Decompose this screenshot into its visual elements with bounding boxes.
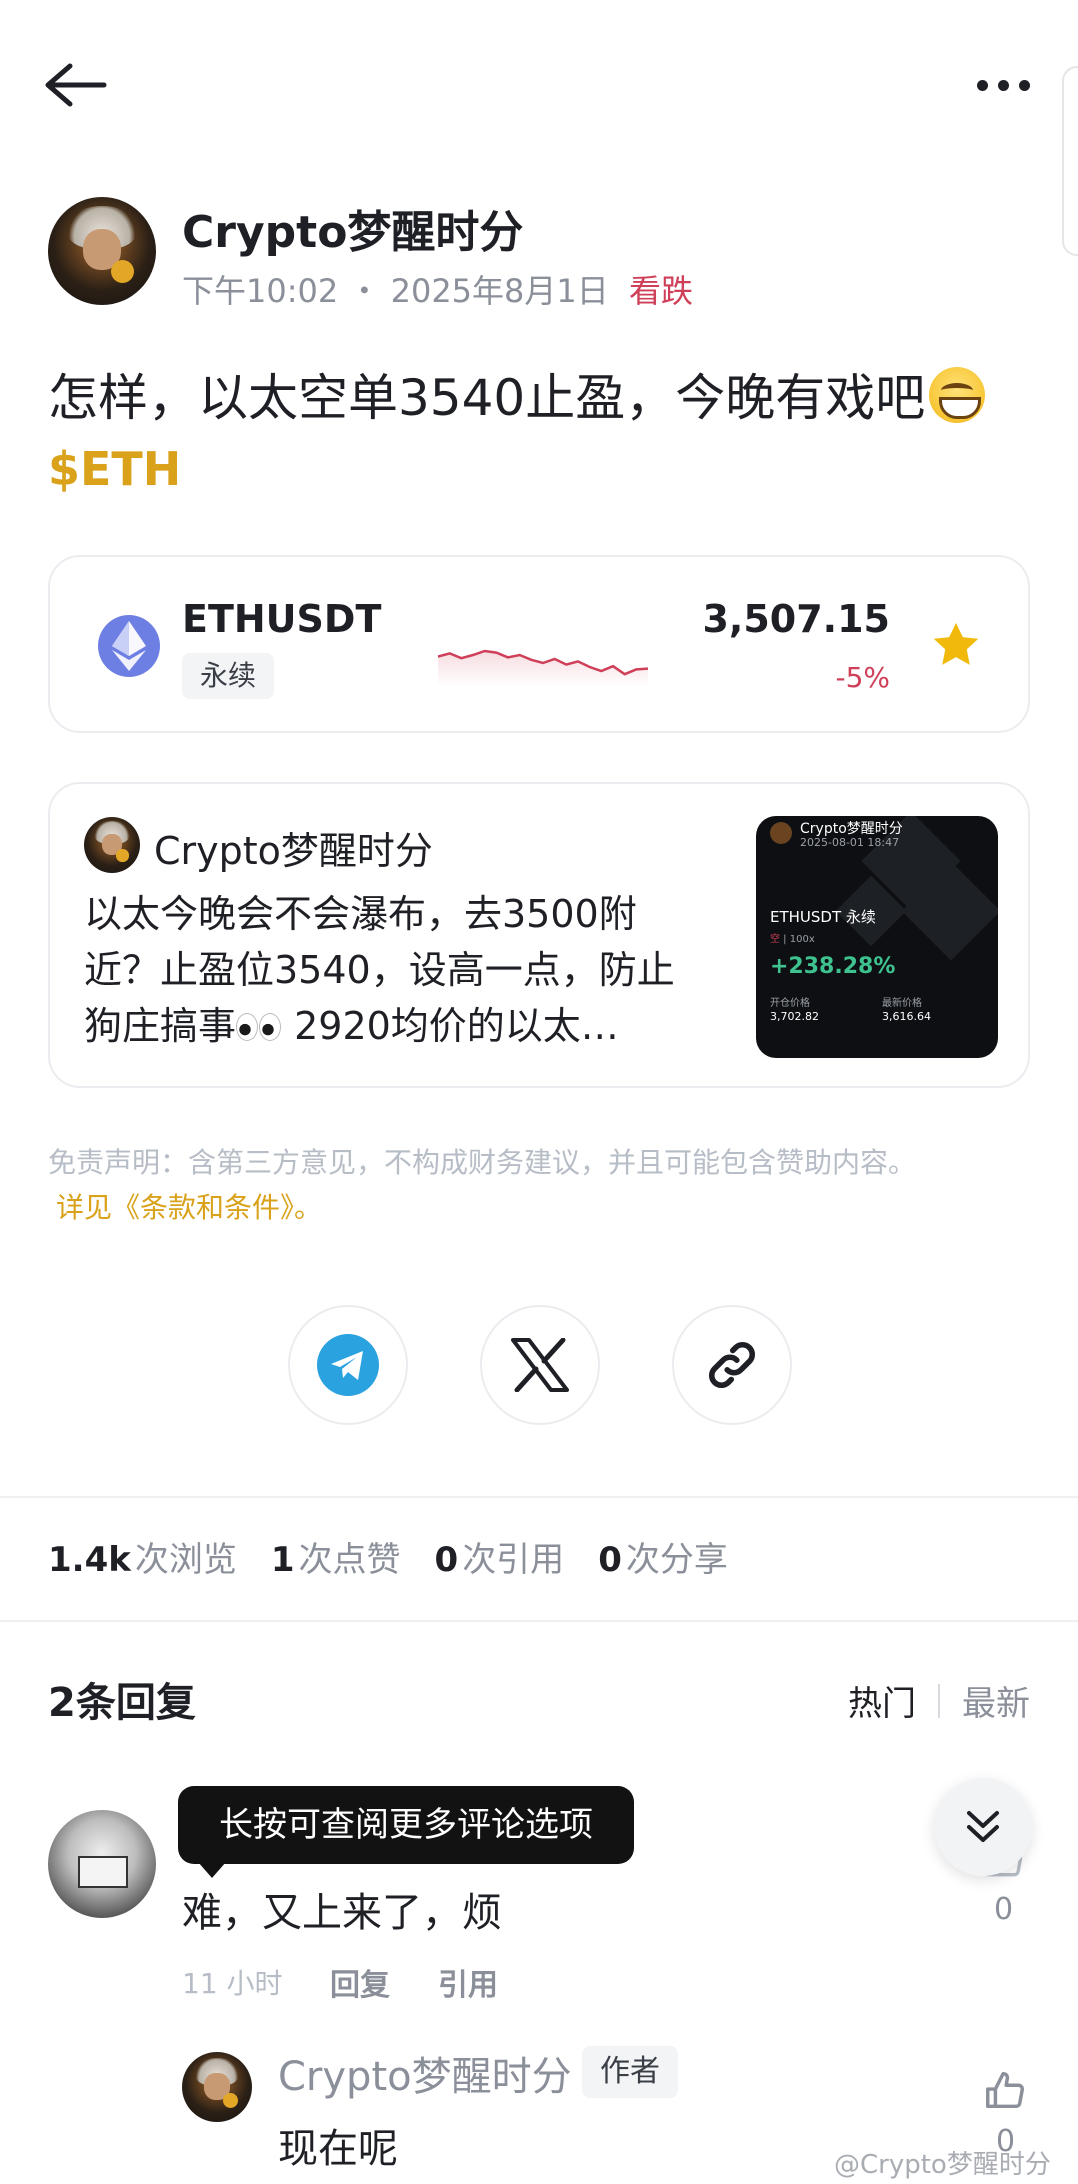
views-stat: 1.4k 次浏览 [48,1540,237,1580]
share-telegram-button[interactable] [288,1305,408,1425]
date-separator: ・ [348,272,381,310]
thumbs-up-icon [986,2072,1024,2109]
watermark: @Crypto梦醒时分 [834,2150,1051,2180]
scroll-down-button[interactable] [934,1778,1032,1876]
ethereum-icon [98,615,160,677]
reply-sort-tabs: 热门 最新 [848,1676,1030,1725]
post-text: 怎样，以太空单3540止盈，今晚有戏吧 [48,369,926,427]
post-meta: 下午10:02 ・ 2025年8月1日 看跌 [182,266,693,312]
contract-type-tag: 永续 [182,653,275,699]
comment-text[interactable]: 难，又上来了，烦 [182,1880,502,1938]
post-time: 下午10:02 [182,272,339,310]
post-stats: 1.4k 次浏览 1 次点赞 0 次引用 0 次分享 [48,1532,728,1581]
tab-separator [938,1683,940,1718]
disclaimer-text: 免责声明：含第三方意见，不构成财务建议，并且可能包含赞助内容。 [48,1146,917,1179]
commenter-avatar[interactable] [48,1810,156,1918]
quoted-post-thumbnail: Crypto梦醒时分 2025-08-01 18:47 ETHUSDT 永续 空… [756,816,998,1058]
x-logo-icon [511,1338,569,1392]
more-options-button[interactable] [968,70,1038,100]
back-button[interactable] [40,60,108,110]
copy-link-button[interactable] [672,1305,792,1425]
ticker-symbol: ETHUSDT [182,597,382,641]
eyes-icon [236,1011,282,1041]
author-name[interactable]: Crypto梦醒时分 [182,196,523,260]
author-avatar[interactable] [48,197,156,305]
link-icon [708,1341,756,1389]
more-horizontal-icon [976,79,988,91]
reply-text[interactable]: 现在呢 [278,2116,398,2174]
quotes-stat: 0 次引用 [434,1540,565,1580]
author-badge: 作者 [582,2046,678,2098]
quoted-author-name: Crypto梦醒时分 [154,829,433,873]
reply-button[interactable]: 回复 [330,1960,390,2004]
comment-time: 11 小时 [182,1967,283,2000]
divider [0,1496,1078,1498]
star-icon [933,622,979,665]
like-count: 0 [994,1892,1014,1927]
share-x-button[interactable] [480,1305,600,1425]
post-date: 2025年8月1日 [390,272,609,310]
ticker-change: -5% [835,661,890,694]
tooltip-tail [198,1862,226,1878]
like-button[interactable] [982,2068,1028,2114]
side-panel-handle[interactable] [1062,66,1078,256]
quoted-post-text: 以太今晚会不会瀑布，去3500附近？止盈位3540，设高一点，防止狗庄搞事 29… [84,892,675,1048]
quoted-post-card[interactable]: Crypto梦醒时分 以太今晚会不会瀑布，去3500附近？止盈位3540，设高一… [48,782,1030,1088]
sentiment-badge: 看跌 [628,272,693,310]
quoted-author-avatar [84,817,140,873]
post-body: 怎样，以太空单3540止盈，今晚有戏吧 [48,362,986,434]
shares-stat: 0 次分享 [598,1540,728,1580]
long-press-tooltip: 长按可查阅更多评论选项 [178,1786,634,1864]
favorite-star-button[interactable] [928,617,984,673]
telegram-icon [317,1334,379,1396]
tab-hot[interactable]: 热门 [848,1676,916,1725]
price-sparkline [438,649,648,687]
divider [0,1620,1078,1622]
ticker-card[interactable]: ETHUSDT 永续 3,507.15 -5% [48,555,1030,733]
double-chevron-down-icon [967,1811,999,1842]
cashtag-link[interactable]: $ETH [48,442,181,496]
terms-link[interactable]: 详见《条款和条件》。 [56,1186,322,1226]
arrow-left-icon [45,63,107,107]
ticker-price: 3,507.15 [702,597,890,641]
likes-stat: 1 次点赞 [270,1540,401,1580]
reply-author-name[interactable]: Crypto梦醒时分 [278,2044,572,2102]
quote-button[interactable]: 引用 [438,1960,498,2004]
tab-newest[interactable]: 最新 [962,1676,1030,1725]
grinning-face-icon [929,367,986,423]
replies-count-title: 2条回复 [48,1680,196,1726]
reply-author-avatar[interactable] [182,2052,252,2122]
